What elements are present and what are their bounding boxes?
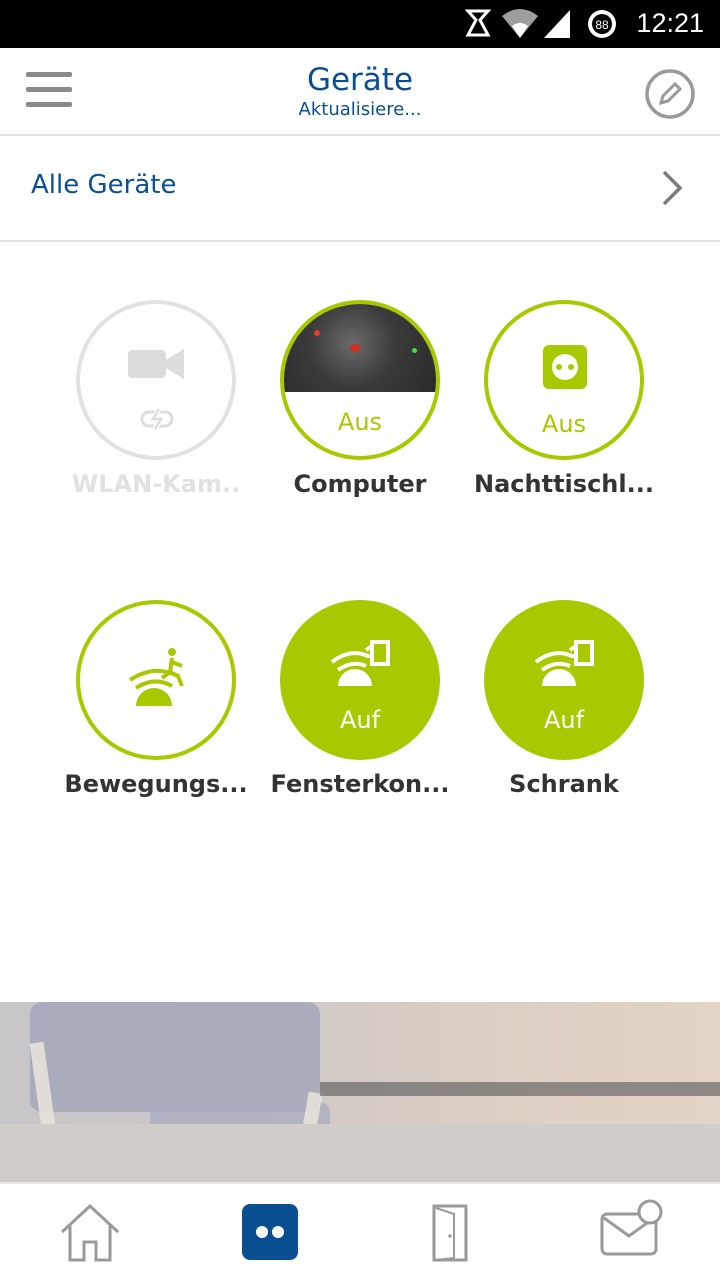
device-state: Aus <box>541 410 587 438</box>
home-icon[interactable] <box>50 1198 130 1268</box>
page-subtitle: Aktualisiere... <box>298 99 422 120</box>
clock: 12:21 <box>636 8 704 38</box>
device-circle: Aus <box>280 300 440 460</box>
window-contact-icon <box>534 640 594 686</box>
video-camera-icon <box>128 349 184 379</box>
edit-button[interactable] <box>644 68 696 120</box>
device-name: Schrank <box>509 770 619 798</box>
svg-text:88: 88 <box>595 18 609 32</box>
all-devices-label: Alle Geräte <box>31 170 177 200</box>
device-name: Bewegungs... <box>64 770 248 798</box>
chevron-right-icon <box>662 170 683 206</box>
all-devices-row[interactable]: Alle Geräte <box>0 136 720 242</box>
app-header: Geräte Aktualisiere... <box>0 48 720 136</box>
device-name: Computer <box>293 470 427 498</box>
device-tile[interactable]: Auf Fensterkon... <box>260 600 460 798</box>
bottom-nav <box>0 1182 720 1280</box>
page-title: Geräte <box>306 62 414 98</box>
signal-icon <box>544 10 570 38</box>
device-tile[interactable]: Bewegungs... <box>56 600 256 798</box>
device-circle: Auf <box>484 600 644 760</box>
devices-icon[interactable] <box>230 1198 310 1268</box>
device-circle <box>76 300 236 460</box>
connection-lost-icon <box>140 408 174 430</box>
room-photo <box>0 1002 720 1182</box>
messages-icon[interactable] <box>590 1198 670 1268</box>
device-circle: Aus <box>484 300 644 460</box>
hamburger-icon <box>26 72 72 77</box>
device-name: WLAN-Kam.. <box>71 470 241 498</box>
device-circle: Auf <box>280 600 440 760</box>
device-tile[interactable]: Aus Nachttischl... <box>464 300 664 498</box>
device-name: Nachttischl... <box>474 470 654 498</box>
camera-snapshot-image <box>284 304 436 392</box>
motion-sensor-icon <box>128 648 184 706</box>
device-state: Auf <box>543 706 585 734</box>
device-tile[interactable]: WLAN-Kam.. <box>56 300 256 498</box>
device-name: Fensterkon... <box>270 770 450 798</box>
nfc-icon <box>464 9 492 37</box>
window-contact-icon <box>330 640 390 686</box>
battery-saver-icon: 88 <box>588 10 616 38</box>
title-block: Geräte Aktualisiere... <box>160 62 560 122</box>
device-state: Auf <box>339 706 381 734</box>
door-icon[interactable] <box>410 1198 490 1268</box>
power-socket-icon <box>543 345 587 389</box>
menu-button[interactable] <box>26 72 72 112</box>
device-tile[interactable]: Aus Computer <box>260 300 460 498</box>
device-tile[interactable]: Auf Schrank <box>464 600 664 798</box>
device-state: Aus <box>337 408 383 436</box>
device-circle <box>76 600 236 760</box>
status-bar: 88 12:21 <box>0 0 720 48</box>
wifi-icon <box>502 9 538 38</box>
